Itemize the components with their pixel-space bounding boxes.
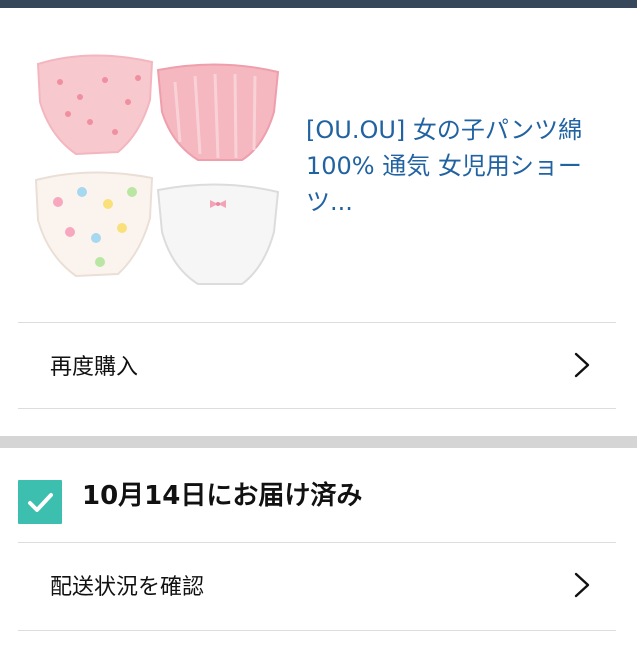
chevron-right-icon: [574, 352, 590, 378]
delivery-status-text: 10月14日にお届け済み: [82, 481, 363, 511]
delivery-status: 10月14日にお届け済み: [0, 460, 637, 542]
chevron-right-icon: [574, 572, 590, 598]
pants-colorful-print: [34, 171, 154, 278]
product-card[interactable]: [OU.OU] 女の子パンツ綿100% 通気 女児用ショーツ...: [0, 8, 637, 322]
separator: [18, 408, 616, 409]
checkmark-icon: [18, 480, 62, 524]
top-bar: [0, 0, 637, 8]
pants-pink-pattern: [36, 54, 154, 156]
product-title-link[interactable]: [OU.OU] 女の子パンツ綿100% 通気 女児用ショーツ...: [306, 112, 606, 220]
track-package-label: 配送状況を確認: [50, 575, 205, 600]
product-image[interactable]: [30, 42, 286, 302]
buy-again-row[interactable]: 再度購入: [0, 323, 637, 407]
pants-white-bow: [156, 183, 280, 285]
pants-pink-stripe: [156, 63, 280, 161]
section-divider: [0, 436, 637, 448]
buy-again-label: 再度購入: [50, 355, 139, 380]
track-package-row[interactable]: 配送状況を確認: [0, 543, 637, 627]
separator: [18, 630, 616, 631]
